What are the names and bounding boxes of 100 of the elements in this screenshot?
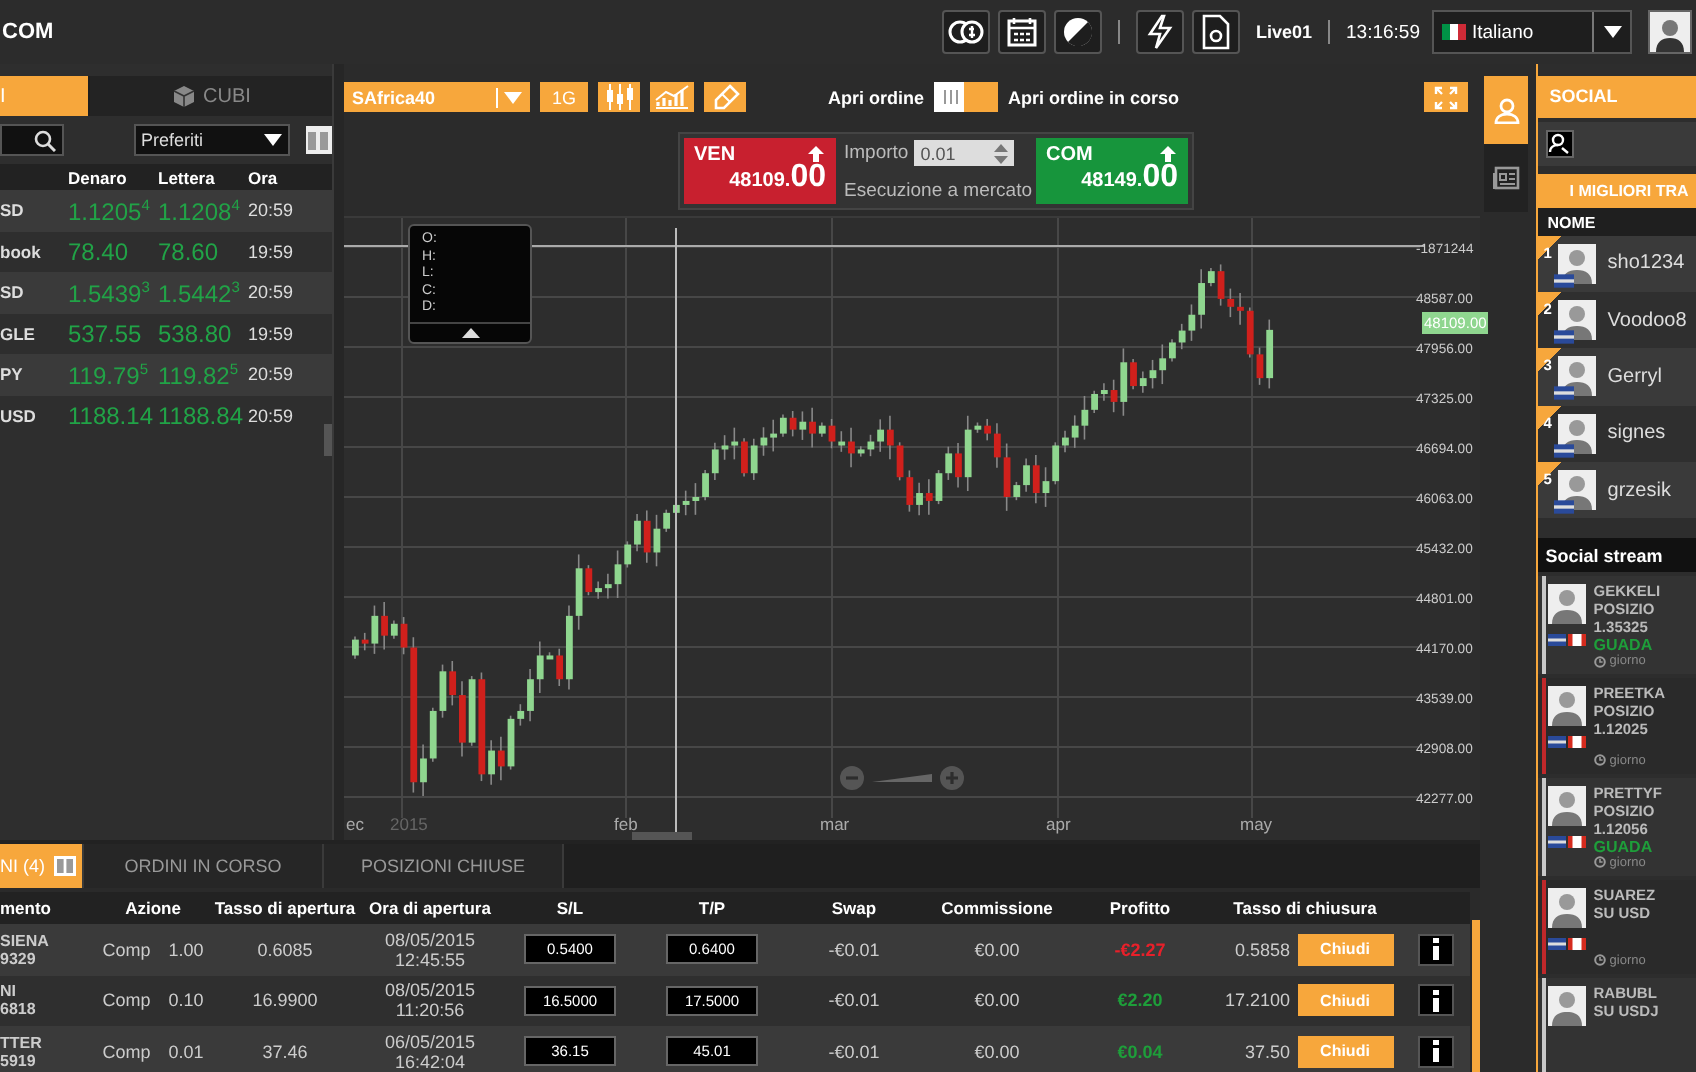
- flag-icon: [1553, 386, 1574, 401]
- user-avatar[interactable]: [1648, 10, 1692, 54]
- info-button[interactable]: [1417, 984, 1453, 1017]
- x-axis-label: mar: [820, 814, 850, 834]
- document-settings-button[interactable]: [1191, 10, 1240, 54]
- trader-name: sho1234: [1607, 252, 1685, 275]
- column-header: Swap: [829, 898, 879, 918]
- avatar-silhouette: [1547, 985, 1586, 1026]
- bid-price: 119.79$^{5}$: [68, 359, 150, 390]
- column-header: Commissione: [939, 898, 1055, 918]
- calendar-button[interactable]: [997, 10, 1046, 54]
- side-tab[interactable]: [1484, 144, 1528, 212]
- clock-icon: [1593, 954, 1606, 967]
- execution-label: Esecuzione a mercato: [844, 180, 1028, 202]
- candlestick-icon: [603, 84, 635, 110]
- action-type: Comp: [102, 939, 151, 960]
- amount-field[interactable]: 0.01: [914, 140, 1015, 166]
- bid-price: 1188.14: [68, 401, 155, 430]
- x-axis-label: feb: [614, 814, 638, 834]
- scrollbar[interactable]: [1472, 920, 1480, 1072]
- instrument-name: book: [0, 241, 43, 262]
- bid-price: 78.40: [68, 237, 131, 266]
- columns-icon: [53, 856, 75, 876]
- commission-value: €0.00: [972, 990, 1022, 1011]
- profit-value: €0.04: [1115, 1041, 1165, 1062]
- quantity: 0.01: [168, 1041, 204, 1062]
- bid-price: 1.5439$^{3}$: [68, 277, 152, 308]
- caret-icon: [263, 134, 282, 146]
- quantity: 0.10: [168, 990, 204, 1011]
- profit-value: -€2.27: [1112, 939, 1168, 960]
- profit-value: €2.20: [1115, 990, 1165, 1011]
- x-axis-label: 2015: [390, 814, 428, 834]
- find-user-button[interactable]: [1545, 129, 1574, 158]
- quote-time: 19:59: [248, 241, 296, 262]
- clock-icon: [1593, 655, 1606, 668]
- ask-price: 1188.84: [158, 401, 245, 430]
- commission-value: €0.00: [972, 1041, 1022, 1062]
- section-title: I MIGLIORI TRA: [1569, 181, 1689, 200]
- sell-button[interactable]: VEN 48109.00: [684, 138, 836, 204]
- avatar-silhouette: [1557, 413, 1596, 454]
- info-button[interactable]: [1417, 933, 1453, 966]
- caret-icon: [1603, 26, 1621, 38]
- quote-row[interactable]: SD 1.1205$^{4}$ 1.1208$^{4}$ 20:59: [0, 190, 332, 231]
- info-button[interactable]: [1417, 1035, 1453, 1068]
- clock-icon: [1593, 754, 1606, 767]
- close-rate: 37.50: [1242, 1041, 1290, 1062]
- document-gear-icon: [1199, 14, 1232, 50]
- resize-handle[interactable]: [632, 832, 692, 840]
- positions-tab[interactable]: ORDINI IN CORSO: [84, 844, 324, 888]
- eraser-icon: [711, 83, 739, 111]
- flag-icon: [1553, 500, 1574, 515]
- open-date: 06/05/2015: [384, 1031, 476, 1052]
- open-date: 08/05/2015: [384, 980, 476, 1001]
- panel-title: SOCIAL: [1549, 86, 1618, 107]
- collapse-icon[interactable]: [461, 328, 479, 338]
- ask-price: 1.5442$^{3}$: [158, 277, 242, 308]
- open-rate: 37.46: [260, 1041, 310, 1062]
- language-dropdown[interactable]: Italiano: [1432, 10, 1632, 54]
- quote-row[interactable]: SD 1.5439$^{3}$ 1.5442$^{3}$ 20:59: [0, 272, 332, 313]
- info-icon: [1431, 989, 1439, 1012]
- panel-tab[interactable]: CUBI: [90, 76, 332, 116]
- chart-trend-icon: [654, 84, 690, 110]
- pending-order-label: Apri ordine in corso: [1008, 87, 1180, 107]
- instrument-name: SD: [0, 282, 26, 303]
- buy-button[interactable]: COM 48149.00: [1036, 138, 1188, 204]
- ask-price: 119.82$^{5}$: [158, 359, 240, 390]
- close-rate: 0.5858: [1232, 939, 1290, 960]
- search-field[interactable]: [0, 124, 64, 156]
- caret-icon: [504, 91, 522, 103]
- x-axis-label: apr: [1046, 814, 1071, 834]
- exchange-button[interactable]: [941, 10, 990, 54]
- position-id: 5919: [0, 1051, 38, 1070]
- user-icon: [1493, 97, 1519, 123]
- quote-time: 20:59: [248, 364, 296, 385]
- clock-icon: [1593, 856, 1606, 869]
- column-header: Ora: [248, 167, 280, 187]
- contrast-button[interactable]: [1053, 10, 1102, 54]
- swap-value: -€0.01: [826, 990, 882, 1011]
- quote-row[interactable]: PY 119.79$^{5}$ 119.82$^{5}$ 20:59: [0, 354, 332, 395]
- positions-tab[interactable]: POSIZIONI CHIUSE: [324, 844, 564, 888]
- position-id: 6818: [0, 1000, 38, 1019]
- expand-icon: [1434, 85, 1458, 109]
- open-time: 11:20:56: [395, 1000, 465, 1021]
- calendar-icon: [1005, 16, 1038, 48]
- ask-price: 1.1208$^{4}$: [158, 195, 242, 226]
- scrollbar[interactable]: [324, 424, 332, 456]
- user-search-icon: [1548, 132, 1571, 155]
- quote-time: 19:59: [248, 323, 296, 344]
- x-axis-label: ec: [346, 814, 364, 834]
- filter-dropdown[interactable]: Preferiti: [133, 124, 290, 156]
- trader-name: signes: [1607, 422, 1666, 445]
- open-date: 08/05/2015: [384, 929, 476, 950]
- lightning-button[interactable]: [1135, 10, 1184, 54]
- layout-button[interactable]: [305, 126, 332, 154]
- order-mode-toggle[interactable]: [934, 82, 999, 112]
- cube-icon: [171, 84, 196, 108]
- arrow-up-icon: [808, 146, 824, 162]
- instrument-name: SIENA: [0, 931, 51, 950]
- ask-price: 78.60: [158, 237, 221, 266]
- lightning-icon: [1145, 14, 1174, 50]
